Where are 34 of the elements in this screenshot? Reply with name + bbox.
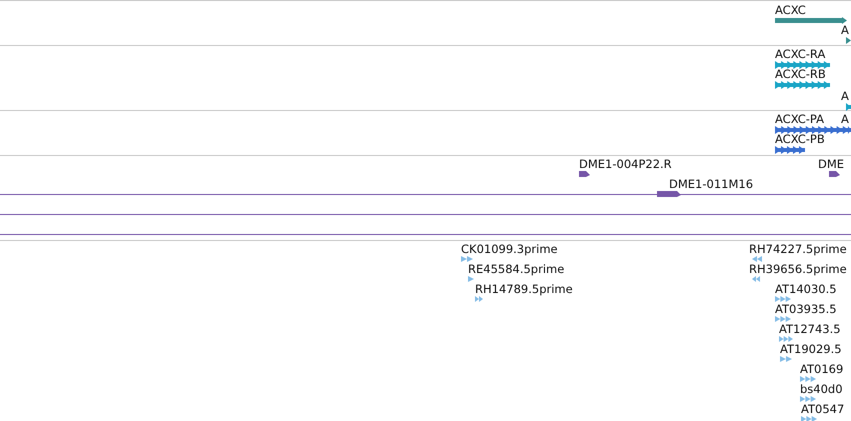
feature-label[interactable]: AT0547 — [801, 402, 844, 416]
feature-label[interactable]: ACXC — [775, 3, 806, 17]
feature-glyph[interactable] — [775, 146, 805, 154]
feature-label[interactable]: RH74227.5prime — [749, 242, 847, 256]
feature-label[interactable]: A — [841, 23, 849, 37]
feature-label[interactable]: ACXC-RA — [775, 47, 826, 61]
feature-label[interactable]: AT19029.5 — [780, 342, 842, 356]
feature-glyph[interactable] — [848, 126, 851, 134]
feature-glyph[interactable] — [579, 171, 590, 179]
feature-glyph[interactable] — [657, 191, 681, 199]
feature-label[interactable]: AT0169 — [800, 362, 844, 376]
feature-label[interactable]: A — [841, 89, 849, 103]
feature-label[interactable]: A — [841, 112, 849, 126]
feature-glyph[interactable] — [829, 171, 840, 179]
feature-label[interactable]: AT03935.5 — [775, 302, 837, 316]
feature-label[interactable]: ACXC-RB — [775, 67, 826, 81]
feature-label[interactable]: RH14789.5prime — [475, 282, 573, 296]
feature-glyph[interactable] — [846, 103, 851, 111]
feature-glyph[interactable] — [775, 126, 849, 134]
feature-label[interactable]: DME1-004P22.R — [579, 157, 672, 171]
feature-glyph[interactable] — [775, 81, 830, 89]
feature-label[interactable]: AT12743.5 — [779, 322, 841, 336]
feature-glyph[interactable] — [775, 17, 847, 24]
feature-label[interactable]: AT14030.5 — [775, 282, 837, 296]
feature-label[interactable]: DME1-011M16 — [669, 177, 754, 191]
feature-glyph[interactable] — [846, 37, 851, 44]
feature-label[interactable]: ACXC-PB — [775, 132, 825, 146]
feature-label[interactable]: CK01099.3prime — [461, 242, 558, 256]
feature-label[interactable]: RE45584.5prime — [468, 262, 564, 276]
feature-label[interactable]: bs40d0 — [800, 382, 843, 396]
feature-label[interactable]: ACXC-PA — [775, 112, 824, 126]
feature-glyph[interactable] — [775, 61, 830, 69]
feature-label[interactable]: RH39656.5prime — [749, 262, 847, 276]
feature-label[interactable]: DME — [818, 157, 844, 171]
